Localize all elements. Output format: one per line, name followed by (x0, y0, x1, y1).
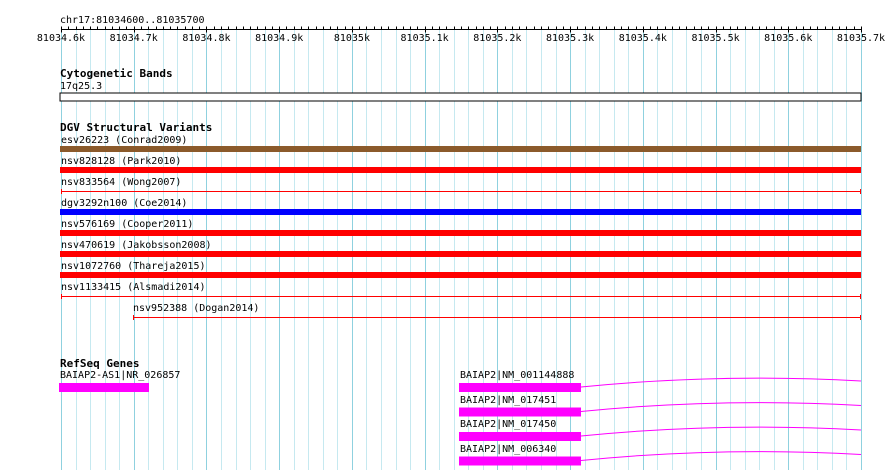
gene-exon (59, 383, 149, 392)
gene-label[interactable]: BAIAP2|NM_001144888 (460, 370, 574, 381)
variant-bar (60, 146, 861, 152)
variant-label[interactable]: esv26223 (Conrad2009) (61, 135, 187, 146)
ruler-tick-label: 81035k (333, 33, 370, 44)
variant-label[interactable]: nsv952388 (Dogan2014) (133, 303, 259, 314)
ruler-tick-label: 81034.9k (255, 33, 304, 44)
gene-intron (580, 377, 862, 388)
gene-label[interactable]: BAIAP2|NM_006340 (460, 444, 556, 455)
variant-label[interactable]: nsv1072760 (Thareja2015) (61, 261, 206, 272)
variant-bar (60, 230, 861, 236)
dgv-track-title: DGV Structural Variants (60, 121, 213, 134)
location-label: chr17:81034600..81035700 (60, 15, 205, 26)
ruler-tick-label: 81034.7k (109, 33, 158, 44)
variant-bar (60, 251, 861, 257)
cytoband-track-title: Cytogenetic Bands (60, 67, 173, 80)
variant-bar (60, 272, 861, 278)
variant-label[interactable]: nsv833564 (Wong2007) (61, 177, 181, 188)
variant-label[interactable]: dgv3292n100 (Coe2014) (61, 198, 187, 209)
cytoband-label: 17q25.3 (60, 81, 103, 92)
ruler-tick-label: 81035.3k (545, 33, 595, 44)
gene-exon (459, 383, 581, 392)
ruler-tick-label: 81035.6k (764, 33, 813, 44)
gene-intron (580, 451, 862, 461)
gene-intron (580, 402, 862, 412)
gene-label[interactable]: BAIAP2-AS1|NR_026857 (60, 370, 180, 381)
variant-label[interactable]: nsv1133415 (Alsmadi2014) (61, 282, 206, 293)
gene-exon (459, 432, 581, 441)
ruler-tick-label: 81035.7k (836, 33, 886, 44)
refseq-track-title: RefSeq Genes (60, 357, 140, 370)
ruler-tick-label: 81035.1k (400, 33, 449, 44)
cytoband-bar (59, 92, 862, 102)
variant-bar (60, 209, 861, 215)
gene-label[interactable]: BAIAP2|NM_017450 (460, 419, 556, 430)
variant-label[interactable]: nsv470619 (Jakobsson2008) (61, 240, 212, 251)
gene-intron (580, 426, 862, 437)
ruler-tick-label: 81035.4k (618, 33, 667, 44)
variant-label[interactable]: nsv576169 (Cooper2011) (61, 219, 193, 230)
variant-bar (60, 167, 861, 173)
ruler-tick-label: 81035.5k (691, 33, 740, 44)
gene-exon (459, 456, 581, 466)
ruler-tick-label: 81034.6k (36, 33, 86, 44)
ruler-tick-label: 81034.8k (182, 33, 231, 44)
gene-label[interactable]: BAIAP2|NM_017451 (460, 395, 556, 406)
ruler-tick-label: 81035.2k (473, 33, 522, 44)
gene-exon (459, 407, 581, 417)
variant-label[interactable]: nsv828128 (Park2010) (61, 156, 181, 167)
